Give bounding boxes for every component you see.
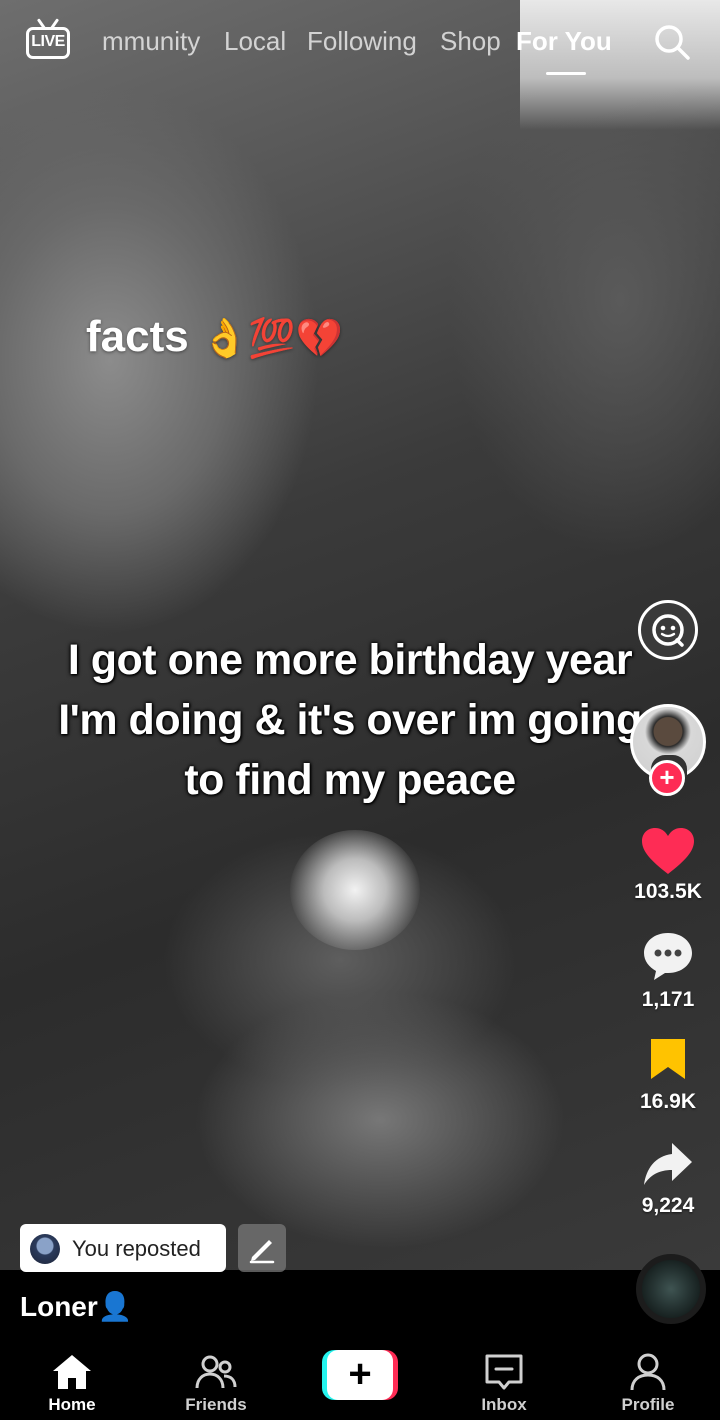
repost-avatar (30, 1234, 60, 1264)
nav-profile-label: Profile (621, 1395, 675, 1414)
overlay-caption: I got one more birthday year I'm doing &… (58, 636, 642, 804)
live-label: LIVE (31, 33, 65, 50)
ai-face-glyph (652, 614, 684, 647)
like-button[interactable]: 103.5K (628, 826, 708, 904)
like-count: 103.5K (634, 880, 702, 903)
edit-repost-button[interactable] (238, 1224, 286, 1272)
repost-label: You reposted (72, 1236, 201, 1261)
inbox-icon (485, 1354, 523, 1390)
tab-for-you[interactable]: For You (516, 26, 612, 57)
overlay-text-facts: facts 👌💯💔 (86, 312, 343, 362)
nav-friends[interactable]: Friends (156, 1342, 276, 1420)
nav-profile[interactable]: Profile (588, 1342, 708, 1420)
overlay-text-word: facts (86, 312, 189, 361)
home-icon (53, 1355, 91, 1389)
pencil-icon (249, 1240, 275, 1264)
comment-button[interactable]: 1,171 (628, 930, 708, 1012)
nav-home-label: Home (48, 1395, 96, 1414)
save-count: 16.9K (639, 1090, 697, 1113)
share-arrow-icon (644, 1143, 692, 1185)
ai-search-icon[interactable] (638, 600, 698, 660)
nav-home[interactable]: Home (12, 1342, 132, 1420)
create-button[interactable]: + (322, 1350, 398, 1400)
follow-button[interactable]: + (649, 760, 685, 796)
search-icon[interactable] (652, 22, 692, 62)
active-tab-indicator (546, 72, 586, 75)
friends-icon (195, 1355, 237, 1389)
video-chain-highlight (290, 830, 420, 950)
share-button[interactable]: 9,224 (628, 1140, 708, 1218)
profile-icon (630, 1353, 666, 1391)
save-button[interactable]: 16.9K (628, 1036, 708, 1114)
bookmark-icon (651, 1039, 685, 1079)
repost-badge[interactable]: You reposted (20, 1224, 226, 1272)
top-nav: LIVE mmunity Local Following Shop For Yo… (0, 0, 720, 90)
create-plus-icon: + (327, 1350, 393, 1400)
comment-count: 1,171 (641, 988, 695, 1011)
tab-local[interactable]: Local (224, 26, 286, 57)
overlay-emojis: 👌💯💔 (200, 316, 343, 360)
music-disc[interactable] (636, 1254, 706, 1324)
tab-community[interactable]: mmunity (102, 26, 200, 57)
tab-following[interactable]: Following (307, 26, 417, 57)
nav-inbox-label: Inbox (481, 1395, 527, 1414)
share-count: 9,224 (641, 1194, 695, 1217)
comment-icon (644, 933, 692, 980)
nav-friends-label: Friends (185, 1395, 247, 1414)
nav-inbox[interactable]: Inbox (444, 1342, 564, 1420)
heart-icon (642, 828, 694, 874)
creator-username[interactable]: Loner👤 (20, 1290, 133, 1323)
live-icon[interactable]: LIVE (26, 18, 70, 60)
tab-shop[interactable]: Shop (440, 26, 501, 57)
